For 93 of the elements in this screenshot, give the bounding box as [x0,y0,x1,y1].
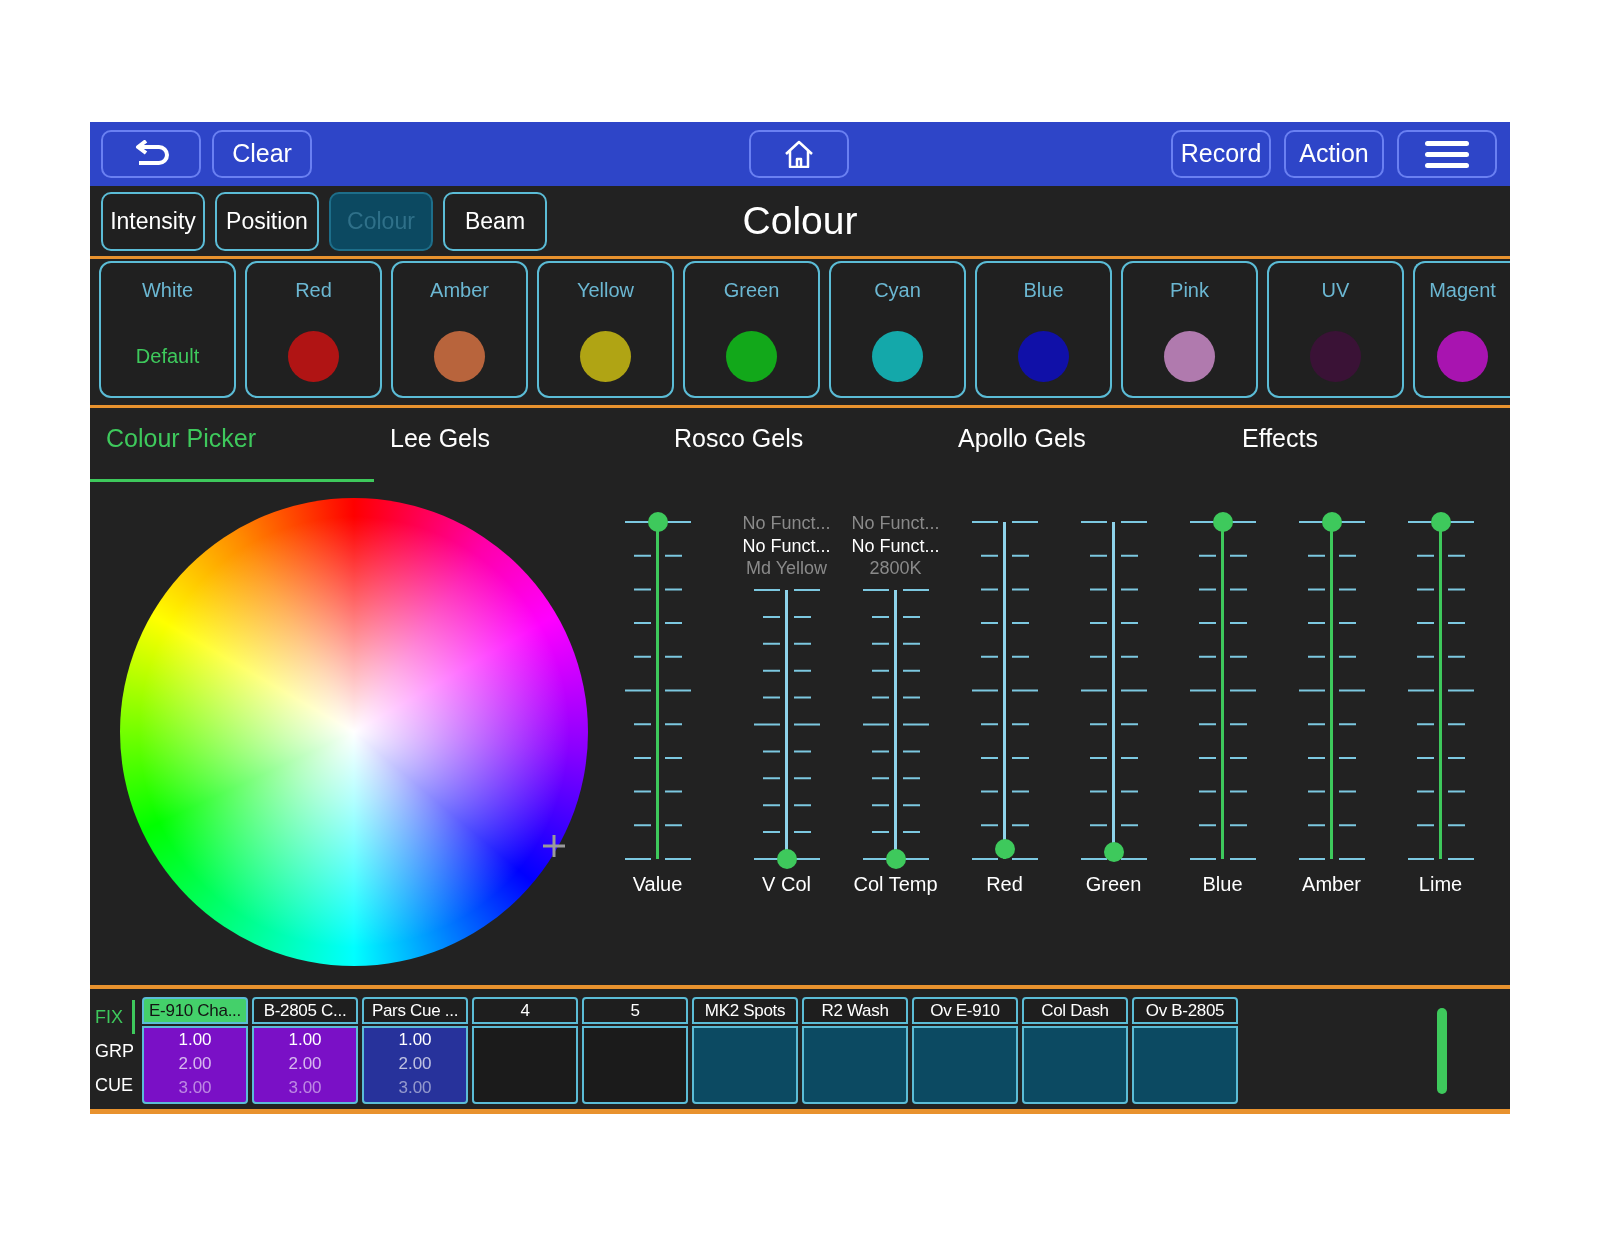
page-title: Colour [742,198,858,244]
sub-tab[interactable]: Colour Picker [90,408,374,482]
playback-header[interactable]: Col Dash [1022,997,1128,1024]
row-selector[interactable]: CUE [90,1068,135,1102]
sub-tab[interactable]: Rosco Gels [658,408,942,482]
playback-body[interactable]: 1.00 2.00 3.00 [252,1026,358,1104]
playback-header[interactable]: Ov B-2805 [1132,997,1238,1024]
attribute-tab[interactable]: Position [215,192,319,251]
playback-value: 1.00 [288,1029,322,1051]
playback-header[interactable]: Ov E-910 [912,997,1018,1024]
colour-swatch[interactable]: Red [245,261,382,398]
fader-label: Col Temp [853,872,938,896]
playback-value: 2.00 [398,1053,432,1075]
colour-swatch[interactable]: Cyan [829,261,966,398]
playback-value: 1.00 [398,1029,432,1051]
sub-tab[interactable]: Apollo Gels [942,408,1226,482]
fader-label: Blue [1202,872,1243,896]
playback-value: 3.00 [178,1077,212,1099]
colour-swatch[interactable]: Magent [1413,261,1510,398]
attribute-tab[interactable]: Beam [443,192,547,251]
colour-swatch[interactable]: UV [1267,261,1404,398]
swatch-label: White [141,278,194,303]
playback-header[interactable]: 4 [472,997,578,1024]
colour-swatch[interactable]: Green [683,261,820,398]
swatch-label: Yellow [576,278,635,303]
playback-body[interactable] [692,1026,798,1104]
swatch-label: Amber [430,278,489,303]
playback-body[interactable] [1022,1026,1128,1104]
fader-thumb[interactable] [1321,512,1342,532]
fader-label: Red [986,872,1023,896]
playback-header[interactable]: B-2805 C... [252,997,358,1024]
fader-label: Green [1085,872,1142,896]
fader-info-label: No Funct... [851,534,940,557]
playback-body[interactable] [802,1026,908,1104]
fader-label: Value [632,872,683,896]
swatch-label: Pink [1170,278,1209,303]
swatch-label: UV [1321,278,1350,303]
colour-swatch[interactable]: Pink [1121,261,1258,398]
colour-swatch[interactable]: Amber [391,261,528,398]
fader-thumb[interactable] [1212,512,1233,532]
sub-tab[interactable]: Effects [1226,408,1510,482]
playback-body[interactable]: 1.00 2.00 3.00 [142,1026,248,1104]
playback-body[interactable] [1132,1026,1238,1104]
home-icon [784,140,814,168]
toolbar-button[interactable]: Action [1284,130,1384,178]
fader-thumb[interactable] [1430,512,1451,532]
row-selector[interactable]: GRP [90,1034,135,1068]
back-button[interactable] [101,130,201,178]
colour-swatch[interactable]: Yellow [537,261,674,398]
playback-body[interactable] [582,1026,688,1104]
fader-thumb[interactable] [776,849,797,869]
home-button[interactable] [749,130,849,178]
default-label: Default [135,344,200,369]
attribute-tab[interactable]: Intensity [101,192,205,251]
fader-info-label: No Funct... [851,512,940,535]
sub-tab[interactable]: Lee Gels [374,408,658,482]
swatch-label: Magent [1429,278,1496,303]
swatch-label: Red [295,278,332,303]
playback-header[interactable]: R2 Wash [802,997,908,1024]
playback-header[interactable]: Pars Cue ... [362,997,468,1024]
swatch-label: Cyan [874,278,921,303]
fader-info-label: Md Yellow [745,557,828,580]
fader-label: V Col [762,872,811,896]
fader-info-label: 2800K [869,557,922,580]
fader-info-label: No Funct... [742,534,831,557]
playback-value: 3.00 [288,1077,322,1099]
toolbar-button[interactable]: Record [1171,130,1271,178]
colour-swatch[interactable]: White Default [99,261,236,398]
playback-body[interactable] [912,1026,1018,1104]
playback-body[interactable]: 1.00 2.00 3.00 [362,1026,468,1104]
colour-swatch[interactable]: Blue [975,261,1112,398]
fader-thumb[interactable] [1103,842,1124,863]
row-selector[interactable]: FIX [90,1000,135,1034]
fader-label: Amber [1302,872,1361,896]
playback-value: 2.00 [288,1053,322,1075]
playback-header[interactable]: MK2 Spots [692,997,798,1024]
fader-label: Lime [1418,872,1463,896]
menu-button[interactable] [1397,130,1497,178]
playback-header[interactable]: 5 [582,997,688,1024]
fader-thumb[interactable] [994,838,1015,859]
fader-info-label: No Funct... [742,512,831,535]
playback-header[interactable]: E-910 Cha... [142,997,248,1024]
swatch-label: Blue [1023,278,1064,303]
menu-icon [1425,140,1469,168]
playback-value: 3.00 [398,1077,432,1099]
playback-body[interactable] [472,1026,578,1104]
playback-value: 1.00 [178,1029,212,1051]
toolbar-button[interactable]: Clear [212,130,312,178]
fader-thumb[interactable] [885,849,906,869]
swatch-label: Green [723,278,780,303]
playback-value: 2.00 [178,1053,212,1075]
fader-thumb[interactable] [647,512,668,532]
crosshair-icon[interactable] [543,835,565,857]
